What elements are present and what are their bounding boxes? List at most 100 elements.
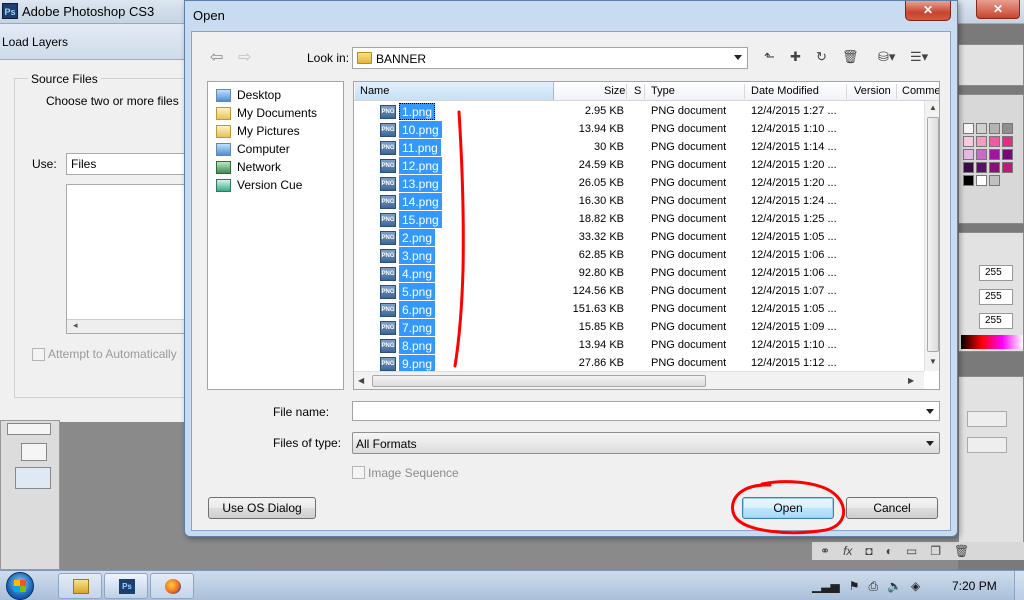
file-name[interactable]: 9.png xyxy=(399,355,436,372)
file-list-vscroll[interactable]: ▲ ▼ xyxy=(924,101,939,371)
color-swatch[interactable] xyxy=(989,136,1000,147)
group-icon[interactable]: ▭ xyxy=(906,544,917,558)
volume-icon[interactable]: 🔈 xyxy=(887,579,902,593)
file-name[interactable]: 15.png xyxy=(399,211,442,228)
red-value[interactable]: 255 xyxy=(979,265,1013,281)
column-s-label[interactable]: S xyxy=(634,85,641,97)
back-arrow-icon[interactable]: ⇦ xyxy=(210,47,223,67)
color-swatch[interactable] xyxy=(989,162,1000,173)
use-os-dialog-button[interactable]: Use OS Dialog xyxy=(208,497,316,519)
taskbar-firefox-button[interactable] xyxy=(150,573,194,599)
file-name[interactable]: 1.png xyxy=(399,103,436,120)
adjustment-icon[interactable]: ◐ xyxy=(886,544,893,558)
column-date-label[interactable]: Date Modified xyxy=(751,85,819,97)
auto-align-checkbox[interactable] xyxy=(32,348,45,361)
color-swatch[interactable] xyxy=(963,149,974,160)
source-files-hscroll[interactable]: ◂ xyxy=(67,319,190,333)
clock[interactable]: 7:20 PM xyxy=(952,579,997,593)
open-button[interactable]: Open xyxy=(742,497,834,519)
file-name[interactable]: 8.png xyxy=(399,337,436,354)
file-row[interactable]: PNG 15.png 18.82 KB PNG document 12/4/2015 1… xyxy=(354,211,924,229)
place-version-cue[interactable]: Version Cue xyxy=(216,176,302,194)
file-name[interactable]: 5.png xyxy=(399,283,436,300)
delete-icon[interactable]: 🗑 xyxy=(842,49,859,65)
file-row[interactable]: PNG 2.png 33.32 KB PNG document 12/4/2015 1:… xyxy=(354,229,924,247)
file-row[interactable]: PNG 12.png 24.59 KB PNG document 12/4/2015 1… xyxy=(354,157,924,175)
file-name[interactable]: 7.png xyxy=(399,319,436,336)
look-in-select[interactable]: BANNER xyxy=(352,47,748,69)
opacity-field[interactable] xyxy=(967,411,1007,427)
file-row[interactable]: PNG 8.png 13.94 KB PNG document 12/4/2015 1:… xyxy=(354,337,924,355)
refresh-icon[interactable]: ↻ xyxy=(816,49,827,65)
files-of-type-select[interactable]: All Formats xyxy=(352,432,940,454)
screen-mode-tool[interactable] xyxy=(15,467,51,489)
image-sequence-checkbox[interactable] xyxy=(352,466,365,479)
cancel-button[interactable]: Cancel xyxy=(846,497,938,519)
color-swatch[interactable] xyxy=(976,123,987,134)
color-swatch[interactable] xyxy=(963,162,974,173)
color-swatch-tool[interactable] xyxy=(7,423,51,435)
signal-icon[interactable]: ▁▃▅ xyxy=(812,579,840,593)
vscroll-thumb[interactable] xyxy=(927,117,939,352)
link-layers-icon[interactable]: ⚭ xyxy=(820,544,830,558)
color-swatch[interactable] xyxy=(989,175,1000,186)
file-list-hscroll[interactable]: ◀ ▶ xyxy=(354,371,924,389)
trash-icon[interactable]: 🗑 xyxy=(954,544,969,558)
file-name[interactable]: 2.png xyxy=(399,229,436,246)
file-row[interactable]: PNG 4.png 92.80 KB PNG document 12/4/2015 1:… xyxy=(354,265,924,283)
color-swatch[interactable] xyxy=(1002,136,1013,147)
device-icon[interactable]: ⎙ xyxy=(868,579,878,594)
fx-icon[interactable]: fx xyxy=(843,544,852,558)
file-name[interactable]: 14.png xyxy=(399,193,442,210)
column-type-label[interactable]: Type xyxy=(651,85,675,97)
new-layer-icon[interactable]: ❐ xyxy=(930,544,941,558)
place-computer[interactable]: Computer xyxy=(216,140,290,158)
color-swatch[interactable] xyxy=(976,162,987,173)
taskbar-photoshop-button[interactable]: Ps xyxy=(104,573,148,599)
scroll-right-icon[interactable]: ▶ xyxy=(908,376,914,385)
place-desktop[interactable]: Desktop xyxy=(216,86,281,104)
chevron-down-icon[interactable] xyxy=(926,409,934,414)
file-name[interactable]: 12.png xyxy=(399,157,442,174)
place-network[interactable]: Network xyxy=(216,158,281,176)
fill-field[interactable] xyxy=(967,437,1007,453)
file-name[interactable]: 4.png xyxy=(399,265,436,282)
column-size-label[interactable]: Size xyxy=(604,85,625,97)
place-my-pictures[interactable]: My Pictures xyxy=(216,122,300,140)
taskbar-explorer-button[interactable] xyxy=(58,573,102,599)
view-menu-icon[interactable]: ☰▾ xyxy=(910,49,928,65)
color-swatch[interactable] xyxy=(963,123,974,134)
photoshop-close-button[interactable]: ✕ xyxy=(976,0,1020,19)
color-swatch[interactable] xyxy=(989,149,1000,160)
file-row[interactable]: PNG 13.png 26.05 KB PNG document 12/4/2015 1… xyxy=(354,175,924,193)
scroll-up-icon[interactable]: ▲ xyxy=(929,103,937,112)
file-name-input[interactable] xyxy=(352,401,940,421)
file-name[interactable]: 6.png xyxy=(399,301,436,318)
mask-icon[interactable]: ◘ xyxy=(865,544,872,558)
open-dialog-close-button[interactable]: ✕ xyxy=(905,1,951,21)
color-swatch[interactable] xyxy=(1002,162,1013,173)
scroll-left-icon[interactable]: ◀ xyxy=(358,376,364,385)
file-list[interactable]: Name ^ Size S Type Date Modified Version… xyxy=(353,81,940,390)
new-folder-icon[interactable]: ✚ xyxy=(790,49,801,65)
show-desktop-button[interactable] xyxy=(1014,571,1024,600)
column-comments-label[interactable]: Comme xyxy=(902,85,939,97)
file-row[interactable]: PNG 1.png 2.95 KB PNG document 12/4/2015 1:2… xyxy=(354,103,924,121)
column-version-label[interactable]: Version xyxy=(854,85,891,97)
color-swatch[interactable] xyxy=(976,175,987,186)
drive-icon[interactable]: ⛁▾ xyxy=(878,49,895,65)
color-swatch[interactable] xyxy=(1002,149,1013,160)
color-ramp[interactable] xyxy=(961,335,1023,349)
file-row[interactable]: PNG 10.png 13.94 KB PNG document 12/4/2015 1… xyxy=(354,121,924,139)
quick-mask-tool[interactable] xyxy=(21,443,47,461)
hscroll-thumb[interactable] xyxy=(372,375,706,387)
up-folder-icon[interactable]: ⬑ xyxy=(764,49,775,65)
flag-icon[interactable]: ⚑ xyxy=(849,579,860,593)
color-swatch[interactable] xyxy=(976,136,987,147)
file-row[interactable]: PNG 6.png 151.63 KB PNG document 12/4/2015 1… xyxy=(354,301,924,319)
file-row[interactable]: PNG 14.png 16.30 KB PNG document 12/4/2015 1… xyxy=(354,193,924,211)
color-swatch[interactable] xyxy=(963,175,974,186)
start-button[interactable] xyxy=(6,572,34,600)
color-swatch[interactable] xyxy=(989,123,1000,134)
file-row[interactable]: PNG 11.png 30 KB PNG document 12/4/2015 1:14… xyxy=(354,139,924,157)
